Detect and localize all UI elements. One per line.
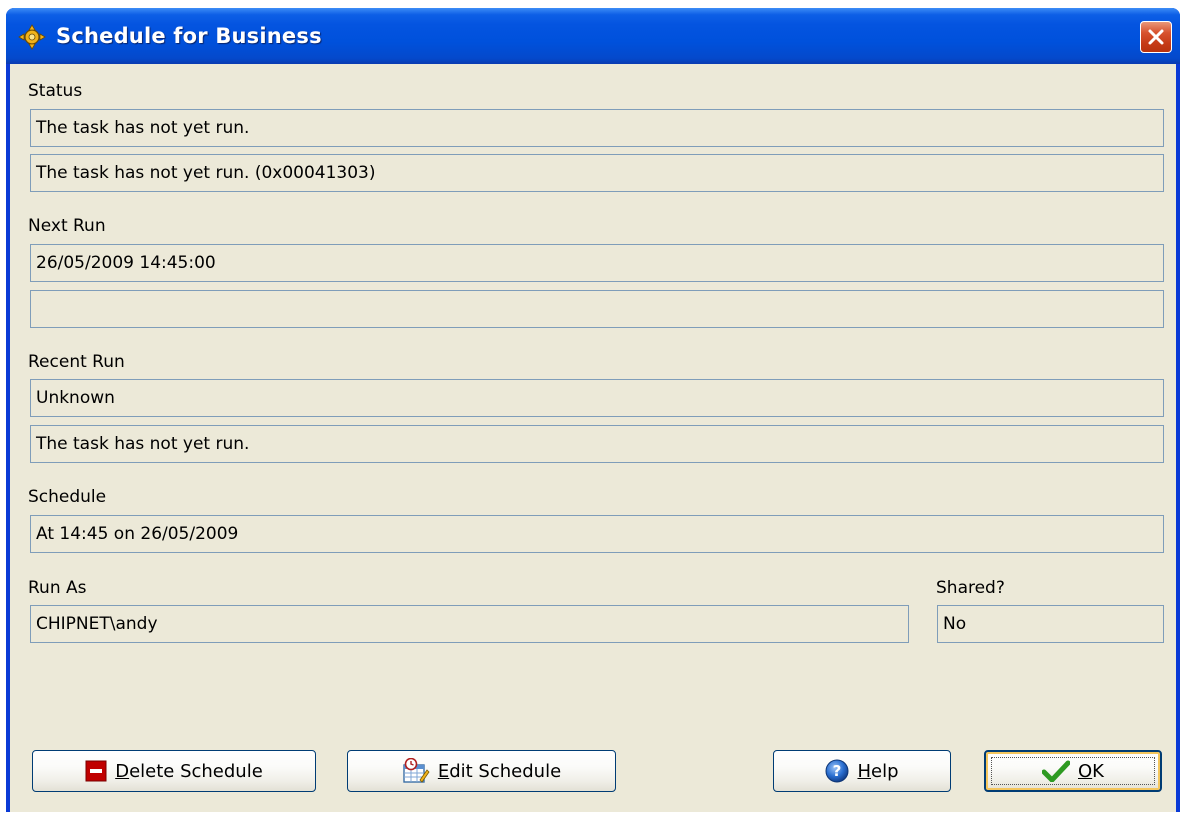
close-icon	[1148, 29, 1164, 45]
status-field-1[interactable]: The task has not yet run.	[30, 109, 1164, 147]
next-run-field-2[interactable]	[30, 290, 1164, 328]
status-field-2[interactable]: The task has not yet run. (0x00041303)	[30, 154, 1164, 192]
status-label: Status	[28, 81, 83, 101]
run-as-field[interactable]: CHIPNET\andy	[30, 605, 909, 643]
dialog-window: Schedule for Business Status The task ha…	[6, 8, 1180, 812]
help-label: Help	[857, 760, 899, 782]
shared-field[interactable]: No	[937, 605, 1164, 643]
edit-schedule-label: Edit Schedule	[437, 760, 562, 782]
shared-label: Shared?	[936, 578, 1005, 598]
close-button[interactable]	[1140, 21, 1172, 53]
dialog-body: Status The task has not yet run. The tas…	[10, 64, 1176, 812]
help-icon: ?	[825, 759, 849, 783]
ok-button[interactable]: OK	[984, 750, 1162, 792]
focus-rectangle	[991, 757, 1155, 785]
schedule-field[interactable]: At 14:45 on 26/05/2009	[30, 515, 1164, 553]
delete-icon	[85, 760, 107, 782]
next-run-field-1[interactable]: 26/05/2009 14:45:00	[30, 244, 1164, 282]
checkmark-icon	[1042, 760, 1070, 782]
run-as-label: Run As	[28, 578, 87, 598]
delete-schedule-button[interactable]: Delete Schedule	[32, 750, 316, 792]
title-bar[interactable]: Schedule for Business	[6, 8, 1180, 64]
ok-label: OK	[1078, 760, 1104, 782]
svg-text:?: ?	[833, 762, 842, 780]
help-button[interactable]: ? Help	[773, 750, 951, 792]
next-run-label: Next Run	[28, 216, 106, 236]
delete-schedule-label: Delete Schedule	[115, 760, 263, 782]
schedule-edit-icon	[402, 758, 430, 784]
recent-run-field-2[interactable]: The task has not yet run.	[30, 425, 1164, 463]
window-title: Schedule for Business	[56, 24, 322, 48]
schedule-label: Schedule	[28, 487, 107, 507]
edit-schedule-button[interactable]: Edit Schedule	[347, 750, 616, 792]
recent-run-label: Recent Run	[28, 352, 125, 372]
recent-run-field-1[interactable]: Unknown	[30, 379, 1164, 417]
app-icon	[18, 24, 46, 50]
